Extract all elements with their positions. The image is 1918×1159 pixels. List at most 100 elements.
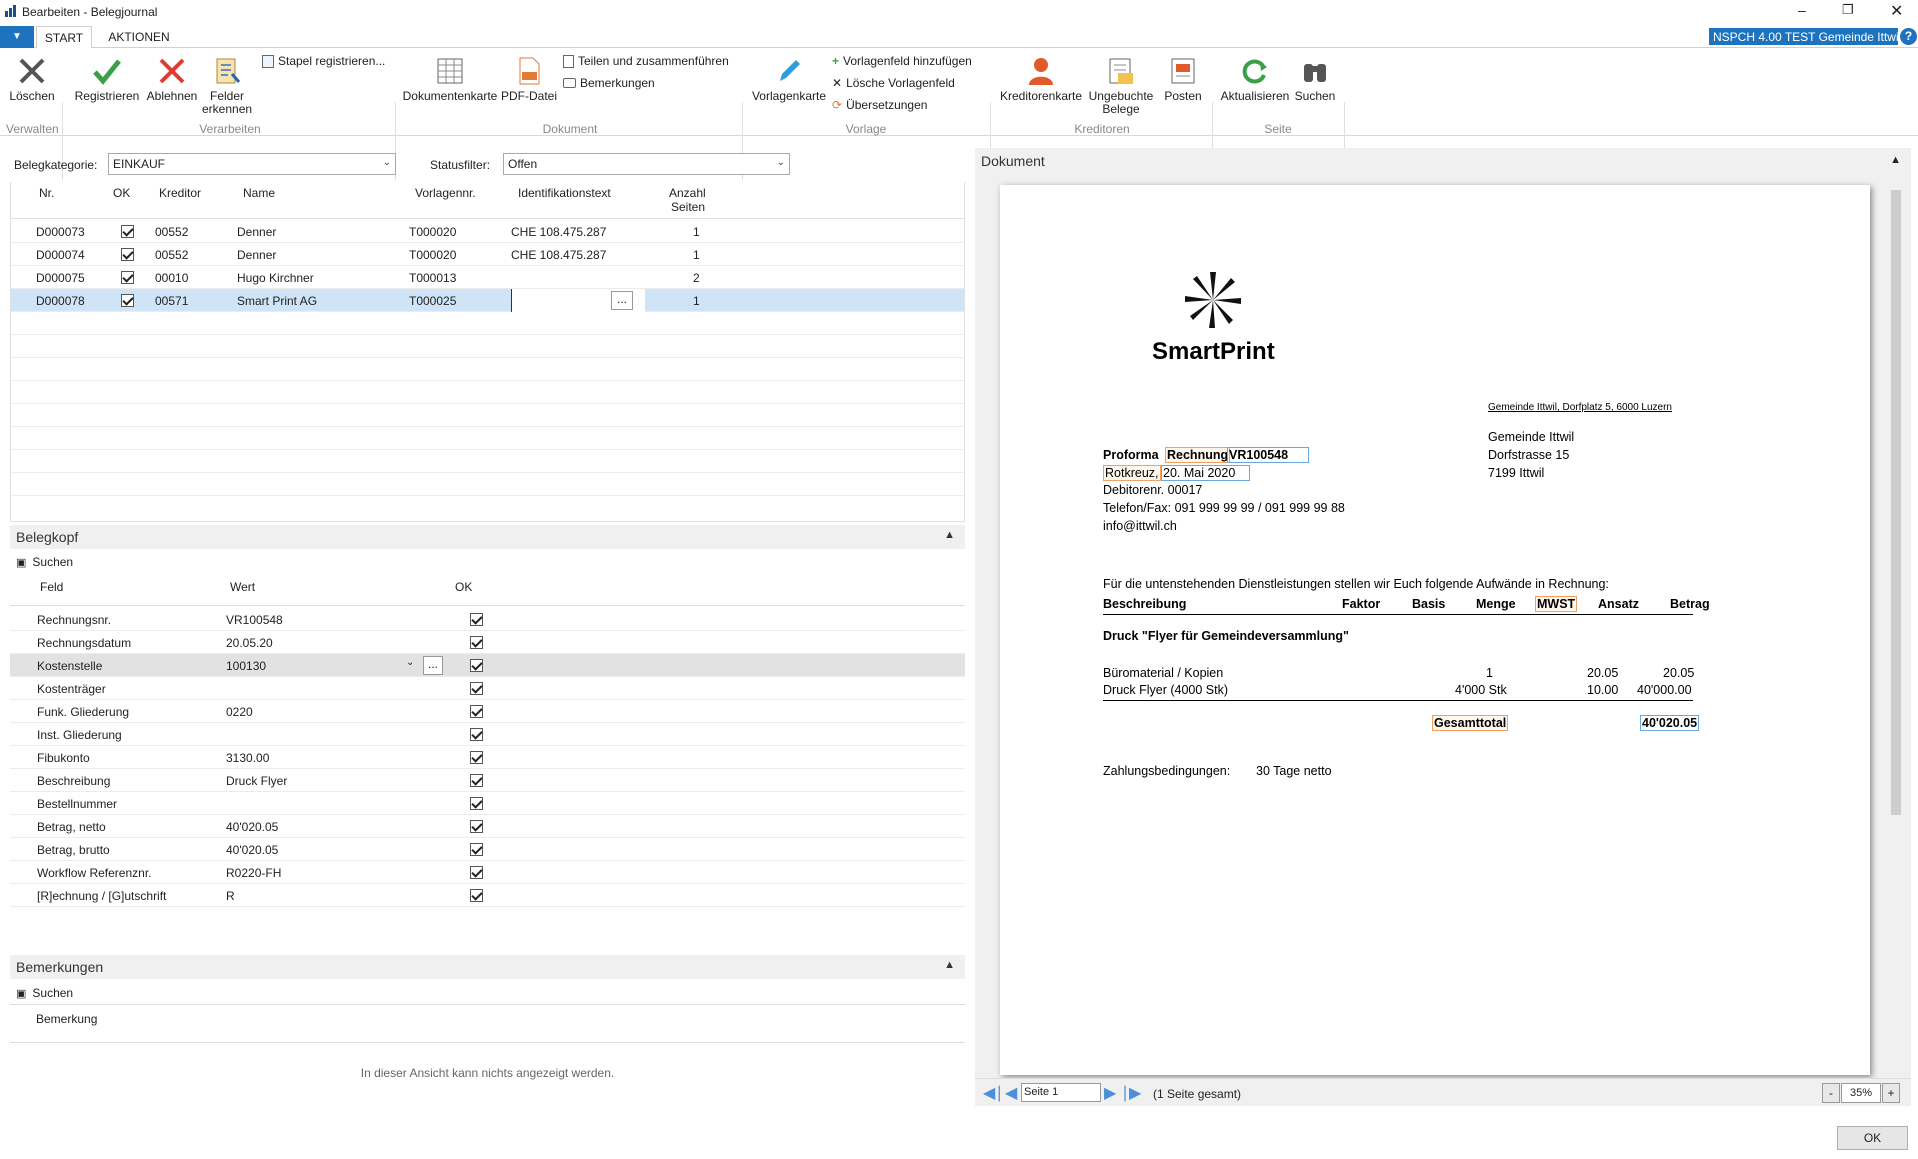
field-value[interactable]: Druck Flyer xyxy=(226,774,287,788)
ok-checkbox[interactable] xyxy=(470,659,483,672)
field-value[interactable]: 20.05.20 xyxy=(226,636,273,650)
ok-checkbox[interactable] xyxy=(470,866,483,879)
ok-checkbox[interactable] xyxy=(470,774,483,787)
vendor-card-button[interactable]: Kreditorenkarte xyxy=(998,56,1084,103)
field-row[interactable]: Betrag, brutto 40'020.05 xyxy=(10,838,965,861)
ident-lookup-button[interactable]: ... xyxy=(611,291,633,310)
field-value[interactable]: 100130 xyxy=(226,659,266,673)
field-value[interactable]: 40'020.05 xyxy=(226,843,278,857)
last-page-icon[interactable]: ∣▶ xyxy=(1121,1083,1141,1103)
total-label-highlight[interactable]: Gesamttotal xyxy=(1432,715,1509,731)
close-icon[interactable]: ✕ xyxy=(1890,1,1903,21)
company-badge[interactable]: NSPCH 4.00 TEST Gemeinde Ittwil xyxy=(1709,28,1898,45)
field-row[interactable]: Rechnungsdatum 20.05.20 xyxy=(10,631,965,654)
field-value[interactable]: R0220-FH xyxy=(226,866,281,880)
reject-button[interactable]: Ablehnen xyxy=(144,56,200,103)
chevron-down-icon[interactable]: ⌄ xyxy=(406,657,414,668)
field-row[interactable]: Inst. Gliederung xyxy=(10,723,965,746)
tab-aktionen[interactable]: AKTIONEN xyxy=(100,26,178,48)
split-merge-button[interactable]: Teilen und zusammenführen xyxy=(563,54,729,68)
field-row[interactable]: Kostenstelle 100130 ⌄... xyxy=(10,654,965,677)
delete-button[interactable]: Löschen xyxy=(6,56,58,103)
date-highlight[interactable]: 20. Mai 2020 xyxy=(1161,465,1250,481)
comments-button[interactable]: Bemerkungen xyxy=(563,76,655,90)
col-pages-1[interactable]: Anzahl xyxy=(669,186,706,200)
batch-register-button[interactable]: Stapel registrieren... xyxy=(262,54,385,68)
rechnung-highlight[interactable]: Rechnung xyxy=(1165,447,1231,463)
ok-checkbox[interactable] xyxy=(470,682,483,695)
ok-checkbox[interactable] xyxy=(470,797,483,810)
col-vendor[interactable]: Kreditor xyxy=(159,186,201,200)
field-value[interactable]: 0220 xyxy=(226,705,253,719)
refresh-button[interactable]: Aktualisieren xyxy=(1218,56,1292,103)
template-card-button[interactable]: Vorlagenkarte xyxy=(750,56,828,103)
place-highlight[interactable]: Rotkreuz, xyxy=(1103,465,1161,481)
register-button[interactable]: Registrieren xyxy=(72,56,142,103)
pdf-button[interactable]: PDF-Datei xyxy=(500,56,558,103)
add-template-field-button[interactable]: + Vorlagenfeld hinzufügen xyxy=(832,54,972,68)
search-button[interactable]: Suchen xyxy=(1292,56,1338,103)
first-page-icon[interactable]: ◀∣ xyxy=(983,1083,1003,1103)
ok-checkbox[interactable] xyxy=(470,751,483,764)
total-highlight[interactable]: 40'020.05 xyxy=(1640,715,1700,731)
col-vat[interactable]: MWST xyxy=(1535,596,1578,612)
field-row[interactable]: Bestellnummer xyxy=(10,792,965,815)
col-pages-2[interactable]: Seiten xyxy=(671,200,705,214)
ok-checkbox[interactable] xyxy=(470,889,483,902)
invoice-no-highlight[interactable]: VR100548 xyxy=(1227,447,1309,463)
field-row[interactable]: Beschreibung Druck Flyer xyxy=(10,769,965,792)
col-ident[interactable]: Identifikationstext xyxy=(518,186,611,200)
field-value[interactable]: R xyxy=(226,889,235,903)
category-select[interactable]: EINKAUF ⌄ xyxy=(108,153,396,175)
ok-checkbox[interactable] xyxy=(121,225,134,238)
bemerkungen-header[interactable]: Bemerkungen ▲ xyxy=(10,955,965,979)
field-row[interactable]: [R]echnung / [G]utschrift R xyxy=(10,884,965,907)
ok-checkbox[interactable] xyxy=(121,271,134,284)
field-row[interactable]: Betrag, netto 40'020.05 xyxy=(10,815,965,838)
delete-template-field-button[interactable]: ✕ Lösche Vorlagenfeld xyxy=(832,76,955,90)
field-value[interactable]: 3130.00 xyxy=(226,751,269,765)
tab-start[interactable]: START xyxy=(36,26,92,49)
scrollbar[interactable] xyxy=(1889,180,1901,1080)
ok-checkbox[interactable] xyxy=(470,705,483,718)
table-row[interactable]: D000073 00552 Denner T000020 CHE 108.475… xyxy=(11,220,964,243)
table-row[interactable]: D000074 00552 Denner T000020 CHE 108.475… xyxy=(11,243,964,266)
ok-checkbox[interactable] xyxy=(470,613,483,626)
zoom-in-button[interactable]: + xyxy=(1882,1083,1900,1103)
ok-checkbox[interactable] xyxy=(470,728,483,741)
col-nr[interactable]: Nr. xyxy=(39,186,54,200)
field-value[interactable]: 40'020.05 xyxy=(226,820,278,834)
bemerkungen-search[interactable]: ▣ Suchen xyxy=(16,986,73,1000)
document-card-button[interactable]: Dokumentenkarte xyxy=(402,56,498,103)
collapse-icon[interactable]: ▲ xyxy=(944,959,955,971)
ok-checkbox[interactable] xyxy=(121,294,134,307)
field-row[interactable]: Fibukonto 3130.00 xyxy=(10,746,965,769)
minimize-icon[interactable]: – xyxy=(1798,2,1806,18)
col-name[interactable]: Name xyxy=(243,186,275,200)
zoom-out-button[interactable]: - xyxy=(1822,1083,1840,1103)
lookup-button[interactable]: ... xyxy=(423,656,443,675)
col-template[interactable]: Vorlagennr. xyxy=(415,186,476,200)
col-ok[interactable]: OK xyxy=(113,186,130,200)
field-row[interactable]: Kostenträger xyxy=(10,677,965,700)
collapse-icon[interactable]: ▲ xyxy=(944,529,955,541)
belegkopf-header[interactable]: Belegkopf ▲ xyxy=(10,525,965,549)
next-page-icon[interactable]: ▶ xyxy=(1104,1083,1116,1103)
table-row-selected[interactable]: D000078 00571 Smart Print AG T000025 ...… xyxy=(11,289,964,312)
recognize-fields-button[interactable]: Felder erkennen xyxy=(202,56,252,116)
page-input[interactable]: Seite 1 xyxy=(1021,1083,1101,1102)
help-icon[interactable]: ? xyxy=(1900,28,1917,45)
field-value[interactable]: VR100548 xyxy=(226,613,283,627)
table-row[interactable]: D000075 00010 Hugo Kirchner T000013 2 xyxy=(11,266,964,289)
field-row[interactable]: Rechnungsnr. VR100548 xyxy=(10,608,965,631)
ok-checkbox[interactable] xyxy=(470,843,483,856)
entries-button[interactable]: Posten xyxy=(1158,56,1208,103)
unposted-documents-button[interactable]: Ungebuchte Belege xyxy=(1086,56,1156,116)
app-menu-button[interactable]: ▼ xyxy=(0,26,34,48)
collapse-icon[interactable]: ▲ xyxy=(1890,154,1901,166)
belegkopf-search[interactable]: ▣ Suchen xyxy=(16,555,73,569)
prev-page-icon[interactable]: ◀ xyxy=(1005,1083,1017,1103)
ok-checkbox[interactable] xyxy=(470,636,483,649)
ok-button[interactable]: OK xyxy=(1837,1126,1908,1150)
field-row[interactable]: Workflow Referenznr. R0220-FH xyxy=(10,861,965,884)
